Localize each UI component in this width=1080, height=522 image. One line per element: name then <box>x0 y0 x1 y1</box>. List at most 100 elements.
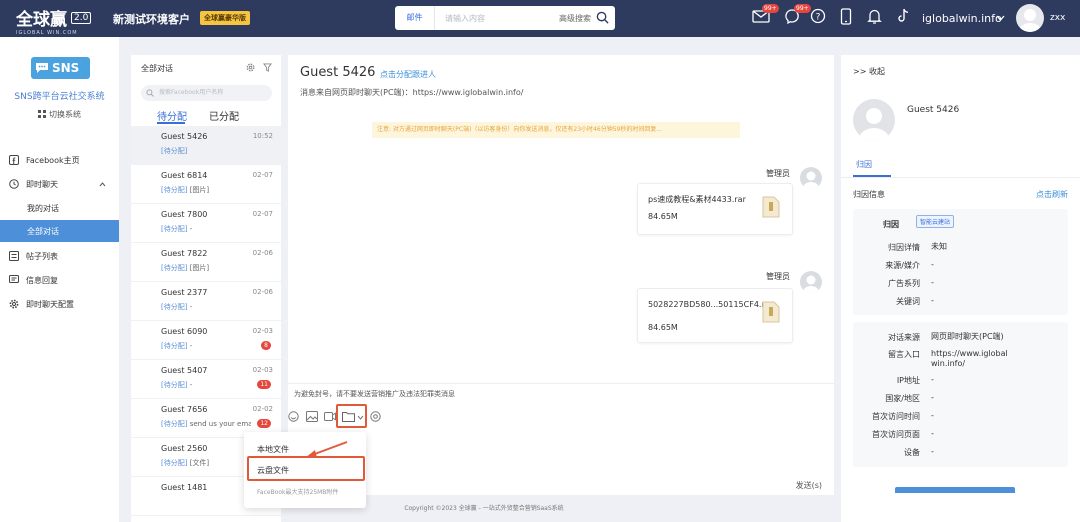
sidebar-item-label: Facebook主页 <box>26 155 80 165</box>
top-bar: 全球赢 2.0 IGLOBAL WIN.COM 新测试环境客户 全球赢豪华版 邮件… <box>0 0 1080 37</box>
file-message-card[interactable]: ps速成教程&素材4433.rar 84.65M <box>637 183 793 235</box>
conversation-row[interactable]: Guest 5426 10:52 [待分配] <box>131 126 281 165</box>
assign-follower-link[interactable]: 点击分配跟进人 <box>380 69 436 80</box>
sidebar-item-my-conversations[interactable]: 我的对话 <box>0 197 119 219</box>
org-name: 新测试环境客户 <box>113 13 190 26</box>
tiktok-icon <box>898 8 909 22</box>
mail-button[interactable]: 99+ <box>752 4 779 27</box>
refresh-link[interactable]: 点击刷新 <box>1036 189 1068 200</box>
chat-panel: Guest 5426 点击分配跟进人 消息来自网页即时聊天(PC端)：https… <box>288 55 834 383</box>
visitor-info-panel: >> 收起 Guest 5426 归因 归因信息 点击刷新 归因 智能云建站 归… <box>841 55 1080 522</box>
conversation-search-input[interactable]: 搜索Facebook用户名称 <box>141 85 272 101</box>
sidebar-item-chat-settings[interactable]: 即时聊天配置 <box>0 293 119 315</box>
sender-avatar <box>800 167 822 189</box>
attribution-section-title: 归因信息 <box>853 190 885 199</box>
unread-badge: 12 <box>257 419 271 428</box>
search-scope-tab[interactable]: 邮件 <box>395 6 435 30</box>
info-value: - <box>931 411 934 420</box>
info-label: 归因详情 <box>888 243 920 252</box>
sidebar-item-instant-chat[interactable]: 即时聊天 <box>0 173 119 195</box>
username[interactable]: zxx <box>1050 13 1065 23</box>
sidebar-item-label: 即时聊天配置 <box>26 299 74 309</box>
settings-icon[interactable] <box>246 63 255 72</box>
file-message-card[interactable]: 5028227BD580...50115CF4.rar 84.65M <box>637 288 793 343</box>
svg-text:?: ? <box>816 13 821 23</box>
info-label: 设备 <box>904 448 920 457</box>
conversation-name: Guest 7822 <box>161 249 208 258</box>
sidebar-item-all-conversations[interactable]: 全部对话 <box>0 220 119 242</box>
tab-assigned[interactable]: 已分配 <box>209 108 239 123</box>
conversation-row[interactable]: Guest 7800 02-07 [待分配] - <box>131 204 281 243</box>
conversation-preview-text: [图片] <box>189 186 210 194</box>
conversation-row[interactable]: Guest 6814 02-07 [待分配] [图片] <box>131 165 281 204</box>
info-value: - <box>931 278 934 287</box>
video-icon[interactable] <box>324 411 336 422</box>
menu-item-local-file[interactable]: 本地文件 <box>257 444 289 455</box>
info-value: - <box>931 260 934 269</box>
site-switch-button[interactable] <box>896 8 910 27</box>
conversation-preview-text: - <box>189 381 193 389</box>
gear-icon <box>9 299 19 309</box>
chat-clock-icon <box>9 179 19 189</box>
sidebar-item-facebook-page[interactable]: Facebook主页 <box>0 149 119 171</box>
chevron-down-icon[interactable] <box>996 15 1005 22</box>
help-icon: ? <box>810 8 826 24</box>
attachment-size-note: FaceBook最大支持25MB附件 <box>257 489 339 496</box>
search-icon[interactable] <box>596 11 609 24</box>
conversation-status: [待分配] <box>161 225 188 233</box>
filter-icon[interactable] <box>263 63 272 72</box>
conversation-preview-text: send us your ema... <box>189 420 251 428</box>
conversation-status: [待分配] <box>161 264 188 272</box>
site-selector[interactable]: iglobalwin.info <box>922 12 1002 25</box>
tab-pending[interactable]: 待分配 <box>157 108 187 123</box>
conversation-status: [待分配] <box>161 420 188 428</box>
info-label: IP地址 <box>896 376 920 385</box>
notification-button[interactable] <box>867 8 882 27</box>
send-button[interactable]: 发送(s) <box>796 480 822 491</box>
info-value: - <box>931 296 934 305</box>
sidebar-item-message-reply[interactable]: 信息回复 <box>0 269 119 291</box>
sender-label: 管理员 <box>766 169 790 178</box>
messages-count-badge: 99+ <box>794 4 811 13</box>
conversation-row[interactable]: Guest 2377 02-06 [待分配] - <box>131 282 281 321</box>
conversation-preview: [待分配] [图片] <box>161 263 251 273</box>
file-name: ps速成教程&素材4433.rar <box>648 195 746 204</box>
sidebar-item-post-list[interactable]: 帖子列表 <box>0 245 119 267</box>
tab-attribution[interactable]: 归因 <box>856 159 872 170</box>
avatar-icon <box>803 171 819 189</box>
conversation-name: Guest 1481 <box>161 483 208 492</box>
system-title: SNS跨平台云社交系统 <box>14 92 105 102</box>
file-size: 84.65M <box>648 323 678 332</box>
panel-action-button[interactable] <box>895 487 1015 493</box>
mobile-button[interactable] <box>840 8 852 28</box>
collapse-panel-button[interactable]: >> 收起 <box>853 66 885 77</box>
sidebar-item-label: 全部对话 <box>27 226 59 236</box>
file-size: 84.65M <box>648 212 678 221</box>
conversation-time: 02-03 <box>252 366 273 374</box>
messages-button[interactable]: 99+ <box>784 4 811 27</box>
app-logo[interactable]: 全球赢 2.0 IGLOBAL WIN.COM <box>16 5 100 36</box>
conversation-row[interactable]: Guest 6090 02-03 [待分配] -8 <box>131 321 281 360</box>
conversation-name: Guest 7656 <box>161 405 208 414</box>
info-value: 网页即时聊天(PC端) <box>931 332 1004 341</box>
divider <box>841 177 1080 178</box>
sns-logo-text: SNS <box>52 61 80 75</box>
sidebar: SNS SNS跨平台云社交系统 切换系统 Facebook主页 即时聊天 我的对… <box>0 37 119 522</box>
mail-count-badge: 99+ <box>762 4 779 13</box>
image-icon[interactable] <box>306 411 318 422</box>
at-mention-icon[interactable] <box>370 411 381 422</box>
switch-system-button[interactable]: 切换系统 <box>0 109 119 120</box>
archive-file-icon <box>762 301 780 323</box>
search-input[interactable]: 请输入内容 <box>435 13 559 24</box>
conversation-row[interactable]: Guest 5407 02-03 [待分配] -11 <box>131 360 281 399</box>
emoji-icon[interactable] <box>288 411 299 422</box>
conversation-status: [待分配] <box>161 459 188 467</box>
conversation-time: 02-03 <box>252 327 273 335</box>
help-button[interactable]: ? <box>810 8 826 27</box>
info-label: 留言入口 <box>888 350 920 359</box>
conversation-name: Guest 2560 <box>161 444 208 453</box>
user-avatar[interactable] <box>1016 4 1044 32</box>
conversation-row[interactable]: Guest 7822 02-06 [待分配] [图片] <box>131 243 281 282</box>
conversation-preview: [待分配] [图片] <box>161 185 251 195</box>
global-search[interactable]: 邮件 请输入内容 高级搜索 <box>395 6 615 30</box>
